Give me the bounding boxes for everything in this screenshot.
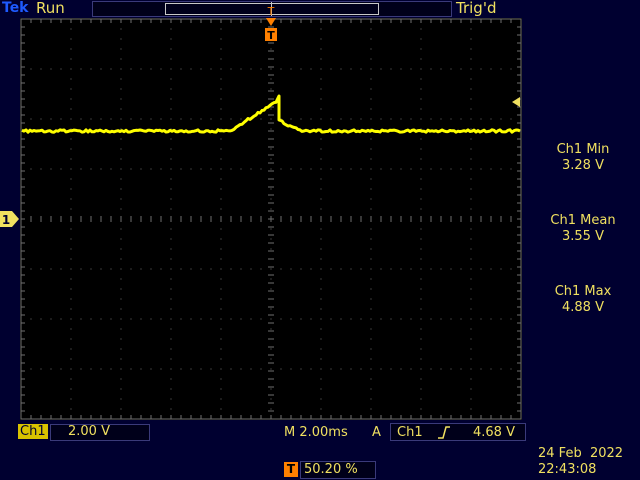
ch1-trace: [22, 96, 520, 132]
trigger-readout[interactable]: Ch1 4.68 V: [390, 423, 526, 441]
waveform-display[interactable]: [20, 18, 522, 420]
graticule: [21, 19, 522, 420]
measurement-ch1-min: Ch1 Min 3.28 V: [528, 142, 638, 174]
brand-logo: Tek: [2, 0, 29, 16]
ch1-ground-marker[interactable]: 1: [0, 210, 20, 228]
trigger-marker-label: T: [267, 29, 275, 42]
measurement-ch1-max: Ch1 Max 4.88 V: [528, 284, 638, 316]
measurement-value: 3.28 V: [528, 158, 638, 174]
date-readout: 24 Feb 2022: [538, 446, 623, 461]
ch1-ground-marker-label: 1: [2, 213, 10, 227]
trigger-status: Trig'd: [456, 0, 496, 17]
trigger-source: Ch1: [397, 425, 423, 440]
measurement-label: Ch1 Max: [528, 284, 638, 300]
rising-edge-icon: [437, 426, 451, 439]
trigger-level-arrow-icon[interactable]: [510, 96, 522, 108]
timebase-readout[interactable]: M 2.00ms: [284, 425, 348, 440]
trigger-marker-top-glyph: T: [267, 5, 275, 18]
trigger-position-icon: T: [284, 462, 298, 477]
top-bar: Tek Run Trig'd: [0, 0, 640, 18]
measurement-value: 4.88 V: [528, 300, 638, 316]
trigger-position-readout[interactable]: T 50.20 %: [284, 461, 376, 478]
ch1-chip: Ch1: [18, 424, 48, 439]
time-readout: 22:43:08: [538, 462, 596, 477]
trigger-marker-arrow: [266, 18, 276, 26]
trigger-mode: A: [372, 425, 381, 440]
ch1-volts-per-div: 2.00 V: [68, 424, 110, 439]
trigger-position-marker[interactable]: T T: [263, 2, 279, 42]
trigger-position-value: 50.20 %: [304, 462, 358, 477]
measurement-label: Ch1 Mean: [528, 213, 638, 229]
measurement-value: 3.55 V: [528, 229, 638, 245]
trigger-level: 4.68 V: [473, 425, 515, 440]
run-state: Run: [36, 0, 65, 17]
ch1-scale-readout[interactable]: Ch1 2.00 V: [18, 424, 150, 441]
measurement-label: Ch1 Min: [528, 142, 638, 158]
measurement-ch1-mean: Ch1 Mean 3.55 V: [528, 213, 638, 245]
